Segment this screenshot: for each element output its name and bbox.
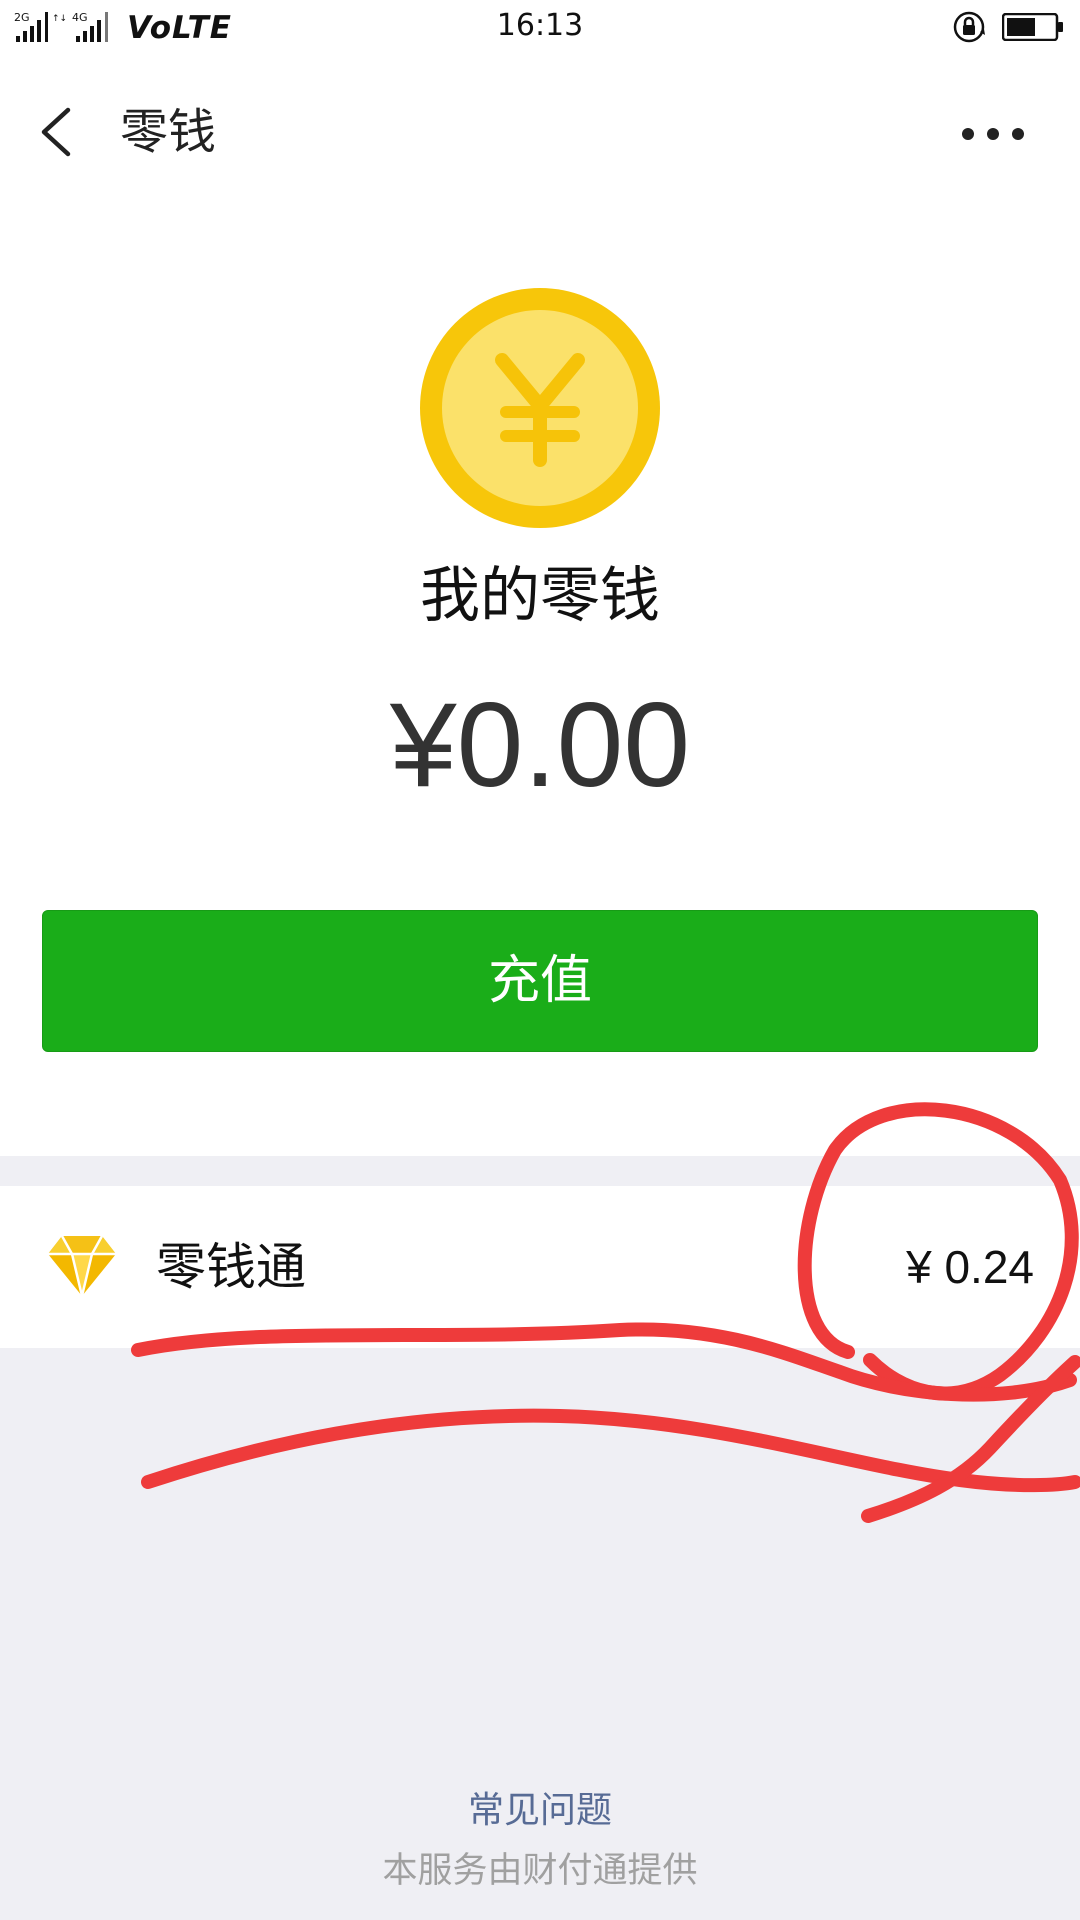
nav-bar: 零钱 bbox=[0, 56, 1080, 196]
recharge-button[interactable]: 充值 bbox=[42, 910, 1038, 1052]
status-bar: 2G ↑↓ 4G VoLTE 16:13 bbox=[0, 0, 1080, 56]
rotation-lock-icon bbox=[953, 11, 985, 43]
provider-note: 本服务由财付通提供 bbox=[382, 1851, 698, 1891]
battery-icon bbox=[1002, 13, 1063, 41]
list-item-value: ¥ 0.24 bbox=[906, 1241, 1034, 1293]
more-options-icon[interactable] bbox=[956, 106, 1030, 162]
back-arrow-icon[interactable] bbox=[28, 96, 92, 168]
list-item-label: 零钱通 bbox=[156, 1238, 306, 1296]
wallet-change-page: 2G ↑↓ 4G VoLTE 16:13 零钱 我的零钱 ¥0.00 充值 零钱… bbox=[0, 0, 1080, 1920]
status-time: 16:13 bbox=[496, 8, 584, 43]
faq-link[interactable]: 常见问题 bbox=[0, 1786, 1080, 1836]
coin-yuan-icon bbox=[420, 288, 660, 528]
balance-amount: ¥0.00 bbox=[389, 678, 691, 812]
section-divider bbox=[0, 1156, 1080, 1186]
balance-label: 我的零钱 bbox=[420, 561, 660, 631]
diamond-icon bbox=[48, 1235, 116, 1296]
page-title: 零钱 bbox=[120, 104, 217, 160]
list-item-lingqiantong[interactable]: 零钱通 ¥ 0.24 bbox=[0, 1186, 1080, 1348]
